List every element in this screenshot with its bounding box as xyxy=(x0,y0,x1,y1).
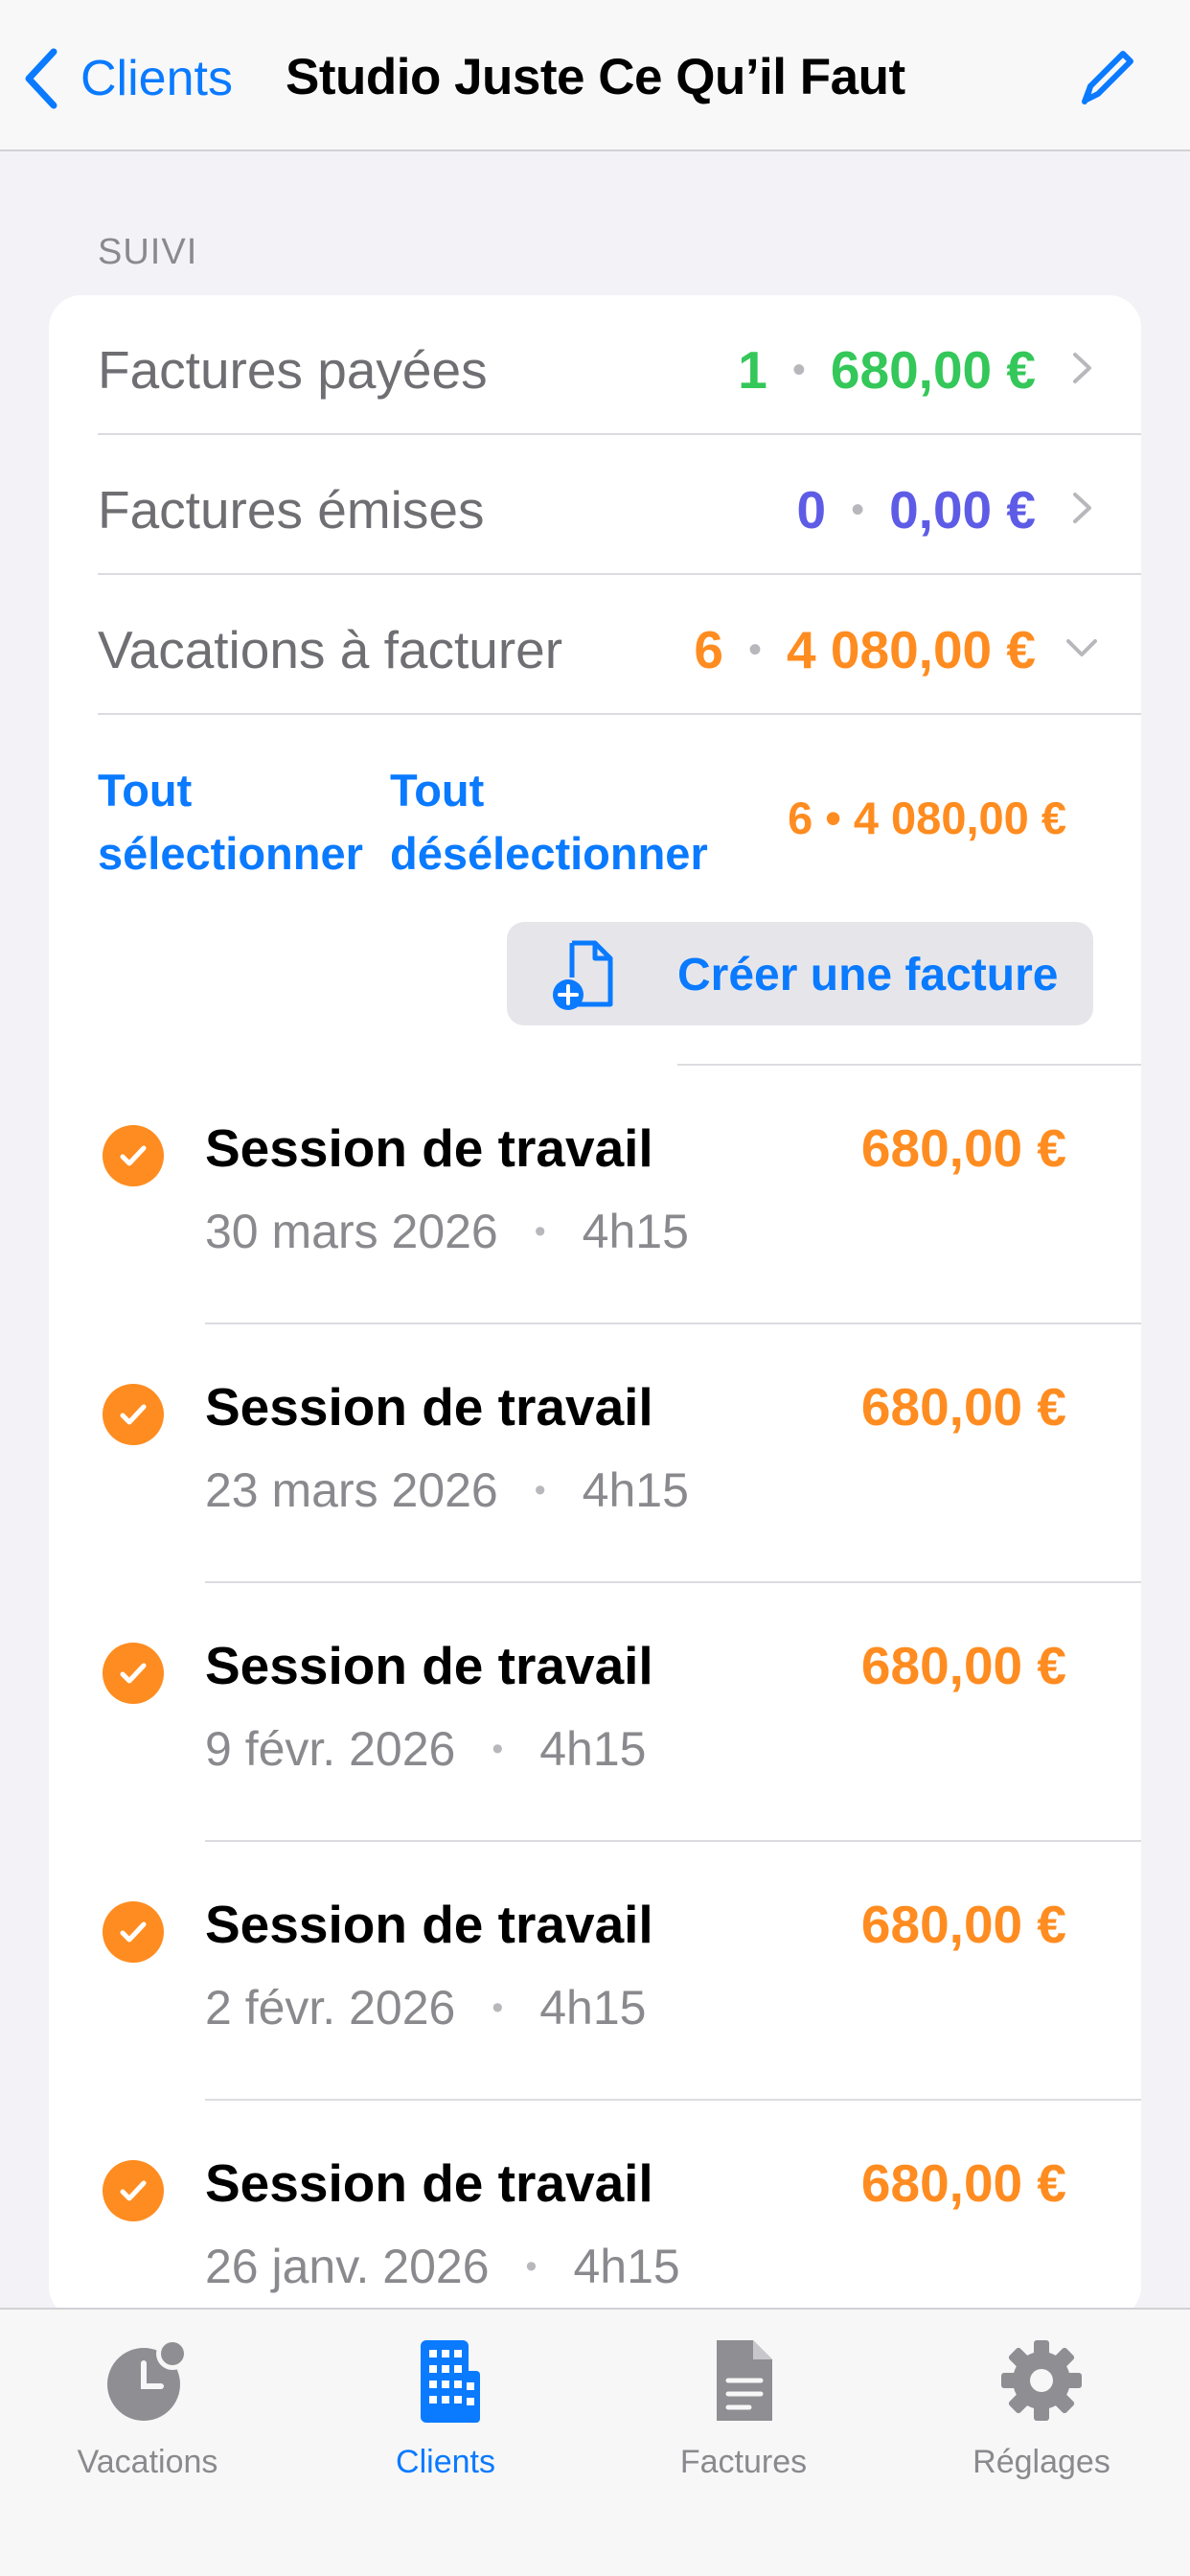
tab-label: Vacations xyxy=(77,2444,218,2480)
to-invoice-count: 6 xyxy=(694,620,724,679)
session-row[interactable]: Session de travail 680,00 € 9 févr. 2026… xyxy=(49,1583,1141,1842)
session-details: 9 févr. 2026 • 4h15 xyxy=(205,1722,647,1776)
chevron-down-icon xyxy=(1066,639,1097,656)
session-row[interactable]: Session de travail 680,00 € 23 mars 2026… xyxy=(49,1324,1141,1583)
tracking-card: Factures payées 1 • 680,00 € Factures ém… xyxy=(49,295,1141,2319)
issued-invoices-count: 0 xyxy=(796,480,827,540)
session-amount: 680,00 € xyxy=(860,2153,1066,2213)
select-all-button[interactable]: Tout sélectionner xyxy=(98,759,363,886)
deselect-all-label-line1: Tout xyxy=(390,765,485,816)
navigation-bar: Clients Studio Juste Ce Qu’il Faut xyxy=(0,0,1190,151)
checkmark-icon[interactable] xyxy=(103,1901,164,1963)
checkmark-icon[interactable] xyxy=(103,1125,164,1186)
session-duration: 4h15 xyxy=(539,1981,647,2035)
checkmark-icon[interactable] xyxy=(103,1643,164,1704)
select-all-label-line1: Tout xyxy=(98,765,193,816)
session-row[interactable]: Session de travail 680,00 € 30 mars 2026… xyxy=(49,1066,1141,1324)
session-details: 2 févr. 2026 • 4h15 xyxy=(205,1981,647,2035)
session-date: 2 févr. 2026 xyxy=(205,1981,456,2035)
session-duration: 4h15 xyxy=(582,1205,689,1258)
session-row[interactable]: Session de travail 680,00 € 26 janv. 202… xyxy=(49,2101,1141,2319)
session-row[interactable]: Session de travail 680,00 € 2 févr. 2026… xyxy=(49,1842,1141,2101)
to-invoice-row[interactable]: Vacations à facturer 6 • 4 080,00 € xyxy=(49,575,1141,715)
tab-bar: Vacations Clients Factures Réglages xyxy=(0,2308,1190,2576)
checkmark-icon[interactable] xyxy=(103,1384,164,1445)
to-invoice-label: Vacations à facturer xyxy=(98,620,563,679)
section-header: SUIVI xyxy=(98,232,198,272)
select-all-label-line2: sélectionner xyxy=(98,828,363,879)
paid-invoices-label: Factures payées xyxy=(98,340,488,400)
back-label: Clients xyxy=(80,51,233,106)
session-duration: 4h15 xyxy=(539,1722,647,1776)
session-amount: 680,00 € xyxy=(860,1636,1066,1695)
back-button[interactable]: Clients xyxy=(23,44,233,113)
issued-invoices-row[interactable]: Factures émises 0 • 0,00 € xyxy=(49,435,1141,575)
session-amount: 680,00 € xyxy=(860,1118,1066,1178)
gear-icon xyxy=(1001,2340,1082,2421)
session-date: 9 févr. 2026 xyxy=(205,1722,456,1776)
session-details: 30 mars 2026 • 4h15 xyxy=(205,1205,689,1258)
tab-label: Réglages xyxy=(973,2444,1110,2480)
session-title: Session de travail xyxy=(205,1895,653,1954)
issued-invoices-label: Factures émises xyxy=(98,480,485,540)
session-amount: 680,00 € xyxy=(860,1895,1066,1954)
paid-invoices-value: 1 • 680,00 € xyxy=(738,340,1036,400)
to-invoice-amount: 4 080,00 € xyxy=(787,620,1036,679)
divider xyxy=(98,713,1141,715)
session-details: 23 mars 2026 • 4h15 xyxy=(205,1463,689,1517)
chevron-right-icon xyxy=(1073,353,1091,383)
issued-invoices-amount: 0,00 € xyxy=(889,480,1036,540)
session-title: Session de travail xyxy=(205,1636,653,1695)
create-invoice-label: Créer une facture xyxy=(677,950,1059,1000)
paid-invoices-count: 1 xyxy=(738,340,767,400)
tab-factures[interactable]: Factures xyxy=(629,2331,858,2503)
chevron-right-icon xyxy=(1073,493,1091,523)
page-title: Studio Juste Ce Qu’il Faut xyxy=(286,49,905,105)
deselect-all-button[interactable]: Tout désélectionner xyxy=(390,759,708,886)
paid-invoices-amount: 680,00 € xyxy=(830,340,1036,400)
tab-reglages[interactable]: Réglages xyxy=(927,2331,1156,2503)
deselect-all-label-line2: désélectionner xyxy=(390,828,708,879)
session-amount: 680,00 € xyxy=(860,1377,1066,1437)
create-invoice-button[interactable]: Créer une facture xyxy=(507,922,1093,1025)
session-date: 26 janv. 2026 xyxy=(205,2240,490,2293)
tab-label: Clients xyxy=(396,2444,495,2480)
building-icon xyxy=(421,2340,480,2423)
clock-badge-icon xyxy=(107,2337,189,2421)
chevron-left-icon xyxy=(25,48,57,109)
tab-clients[interactable]: Clients xyxy=(331,2331,561,2503)
checkmark-icon[interactable] xyxy=(103,2160,164,2221)
document-icon xyxy=(717,2340,772,2421)
session-title: Session de travail xyxy=(205,1118,653,1178)
session-details: 26 janv. 2026 • 4h15 xyxy=(205,2240,680,2293)
tab-vacations[interactable]: Vacations xyxy=(33,2331,263,2503)
session-duration: 4h15 xyxy=(573,2240,680,2293)
session-date: 30 mars 2026 xyxy=(205,1205,498,1258)
session-title: Session de travail xyxy=(205,2153,653,2213)
issued-invoices-value: 0 • 0,00 € xyxy=(796,480,1036,540)
tab-label: Factures xyxy=(679,2444,808,2480)
document-add-icon xyxy=(553,940,613,1010)
paid-invoices-row[interactable]: Factures payées 1 • 680,00 € xyxy=(49,295,1141,435)
to-invoice-value: 6 • 4 080,00 € xyxy=(694,620,1036,679)
session-title: Session de travail xyxy=(205,1377,653,1437)
session-date: 23 mars 2026 xyxy=(205,1463,498,1517)
selection-total: 6 • 4 080,00 € xyxy=(788,793,1066,843)
pencil-icon[interactable] xyxy=(1073,42,1142,111)
session-duration: 4h15 xyxy=(582,1463,689,1517)
